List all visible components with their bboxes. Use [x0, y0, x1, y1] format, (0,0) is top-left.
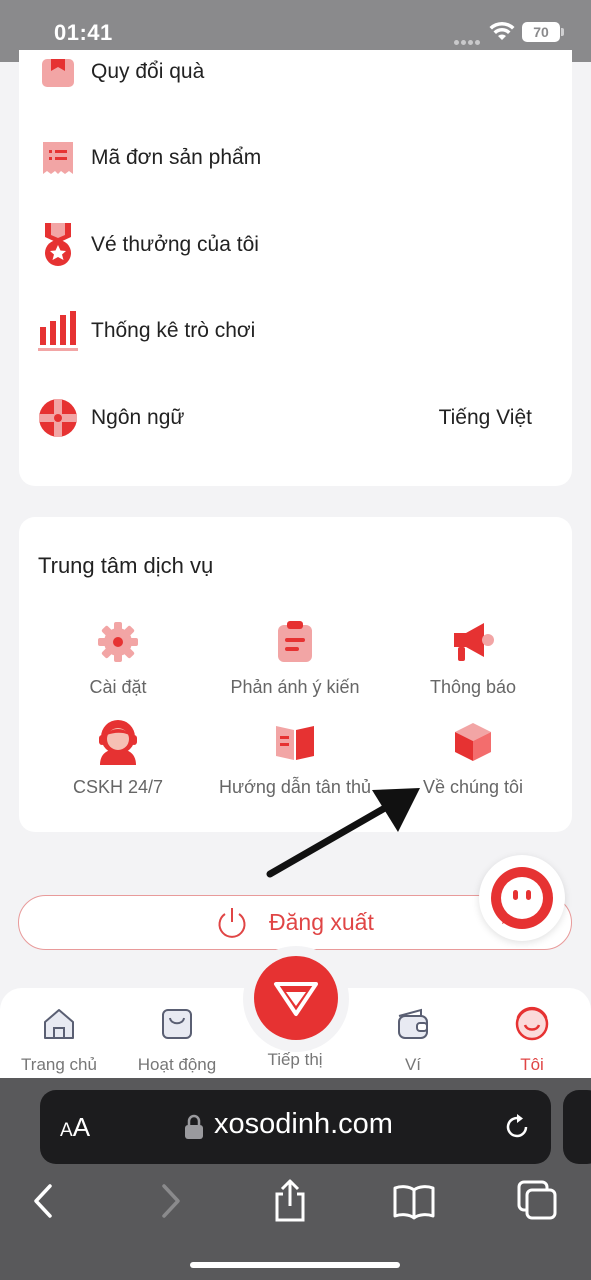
tab-label: Tôi: [520, 1055, 544, 1074]
menu-item-gift-exchange[interactable]: Quy đổi quà: [19, 42, 572, 102]
chat-float-button[interactable]: [479, 855, 565, 941]
megaphone-icon: [450, 619, 496, 665]
service-feedback[interactable]: Phản ánh ý kiến: [205, 619, 385, 698]
tab-profile[interactable]: Tôi: [473, 1006, 591, 1075]
tab-home[interactable]: Trang chủ: [0, 1006, 118, 1075]
browser-toolbar: AA xosodinh.com: [0, 1078, 591, 1280]
book-icon: [272, 719, 318, 765]
account-menu-card: Quy đổi quà Mã đơn sản phẩm Vé thưởng củ…: [19, 50, 572, 486]
gear-icon: [95, 619, 141, 665]
wifi-icon: [489, 21, 515, 40]
signal-icon: [454, 32, 482, 45]
battery-indicator: 70: [522, 22, 564, 42]
power-icon: [218, 908, 246, 938]
share-icon[interactable]: [267, 1178, 313, 1224]
support-agent-icon: [95, 719, 141, 765]
globe-icon: [37, 397, 79, 439]
bookmarks-icon[interactable]: [391, 1178, 437, 1224]
menu-item-my-tickets[interactable]: Vé thưởng của tôi: [19, 215, 572, 275]
logout-label: Đăng xuất: [269, 909, 374, 935]
service-notifications[interactable]: Thông báo: [383, 619, 563, 698]
tab-label: Hoạt động: [137, 1055, 217, 1074]
gift-icon: [37, 51, 79, 93]
service-customer-support[interactable]: CSKH 24/7: [28, 719, 208, 798]
menu-item-label: Quy đổi quà: [91, 60, 205, 83]
tab-label: Tiếp thị: [267, 1050, 323, 1069]
medal-icon: [37, 223, 79, 266]
address-bar[interactable]: AA xosodinh.com: [40, 1090, 551, 1164]
diamond-icon: [274, 982, 318, 1016]
forward-icon[interactable]: [146, 1178, 192, 1224]
menu-item-label: Mã đơn sản phẩm: [91, 146, 262, 169]
chat-bubble-icon: [491, 867, 553, 929]
menu-item-language[interactable]: Ngôn ngữ Tiếng Việt: [19, 388, 572, 448]
annotation-arrow: [266, 788, 420, 878]
menu-item-product-codes[interactable]: Mã đơn sản phẩm: [19, 128, 572, 188]
service-label: Phản ánh ý kiến: [230, 677, 360, 697]
next-tab-preview[interactable]: [563, 1090, 591, 1164]
service-label: Cài đặt: [89, 677, 147, 697]
menu-item-game-stats[interactable]: Thống kê trò chơi: [19, 301, 572, 361]
reader-options-button[interactable]: AA: [60, 1112, 90, 1143]
tab-activity[interactable]: Hoạt động: [118, 1006, 236, 1075]
box-icon: [450, 719, 496, 765]
service-label: Thông báo: [429, 677, 517, 697]
wallet-icon: [398, 1008, 428, 1039]
tabs-icon[interactable]: [515, 1178, 561, 1224]
profile-icon: [515, 1006, 549, 1041]
tab-wallet[interactable]: Ví: [354, 1006, 472, 1075]
tab-label: Trang chủ: [21, 1055, 97, 1074]
service-settings[interactable]: Cài đặt: [28, 619, 208, 698]
home-icon: [44, 1009, 74, 1039]
clipboard-icon: [272, 619, 318, 665]
service-center-title: Trung tâm dịch vụ: [38, 553, 214, 578]
menu-item-label: Thống kê trò chơi: [91, 319, 256, 342]
service-label: CSKH 24/7: [72, 777, 164, 797]
back-icon[interactable]: [22, 1178, 68, 1224]
marketing-center-button[interactable]: [254, 956, 338, 1040]
menu-item-label: Vé thưởng của tôi: [91, 233, 259, 256]
bar-chart-icon: [37, 310, 79, 352]
tab-label: Ví: [404, 1055, 422, 1074]
url-text: xosodinh.com: [214, 1108, 393, 1140]
menu-item-label: Ngôn ngữ: [91, 406, 185, 429]
reload-icon[interactable]: [502, 1112, 532, 1142]
receipt-icon: [37, 137, 79, 179]
lock-icon: [185, 1114, 203, 1139]
activity-icon: [162, 1009, 192, 1039]
language-value: Tiếng Việt: [438, 406, 532, 429]
home-indicator: [190, 1262, 400, 1268]
